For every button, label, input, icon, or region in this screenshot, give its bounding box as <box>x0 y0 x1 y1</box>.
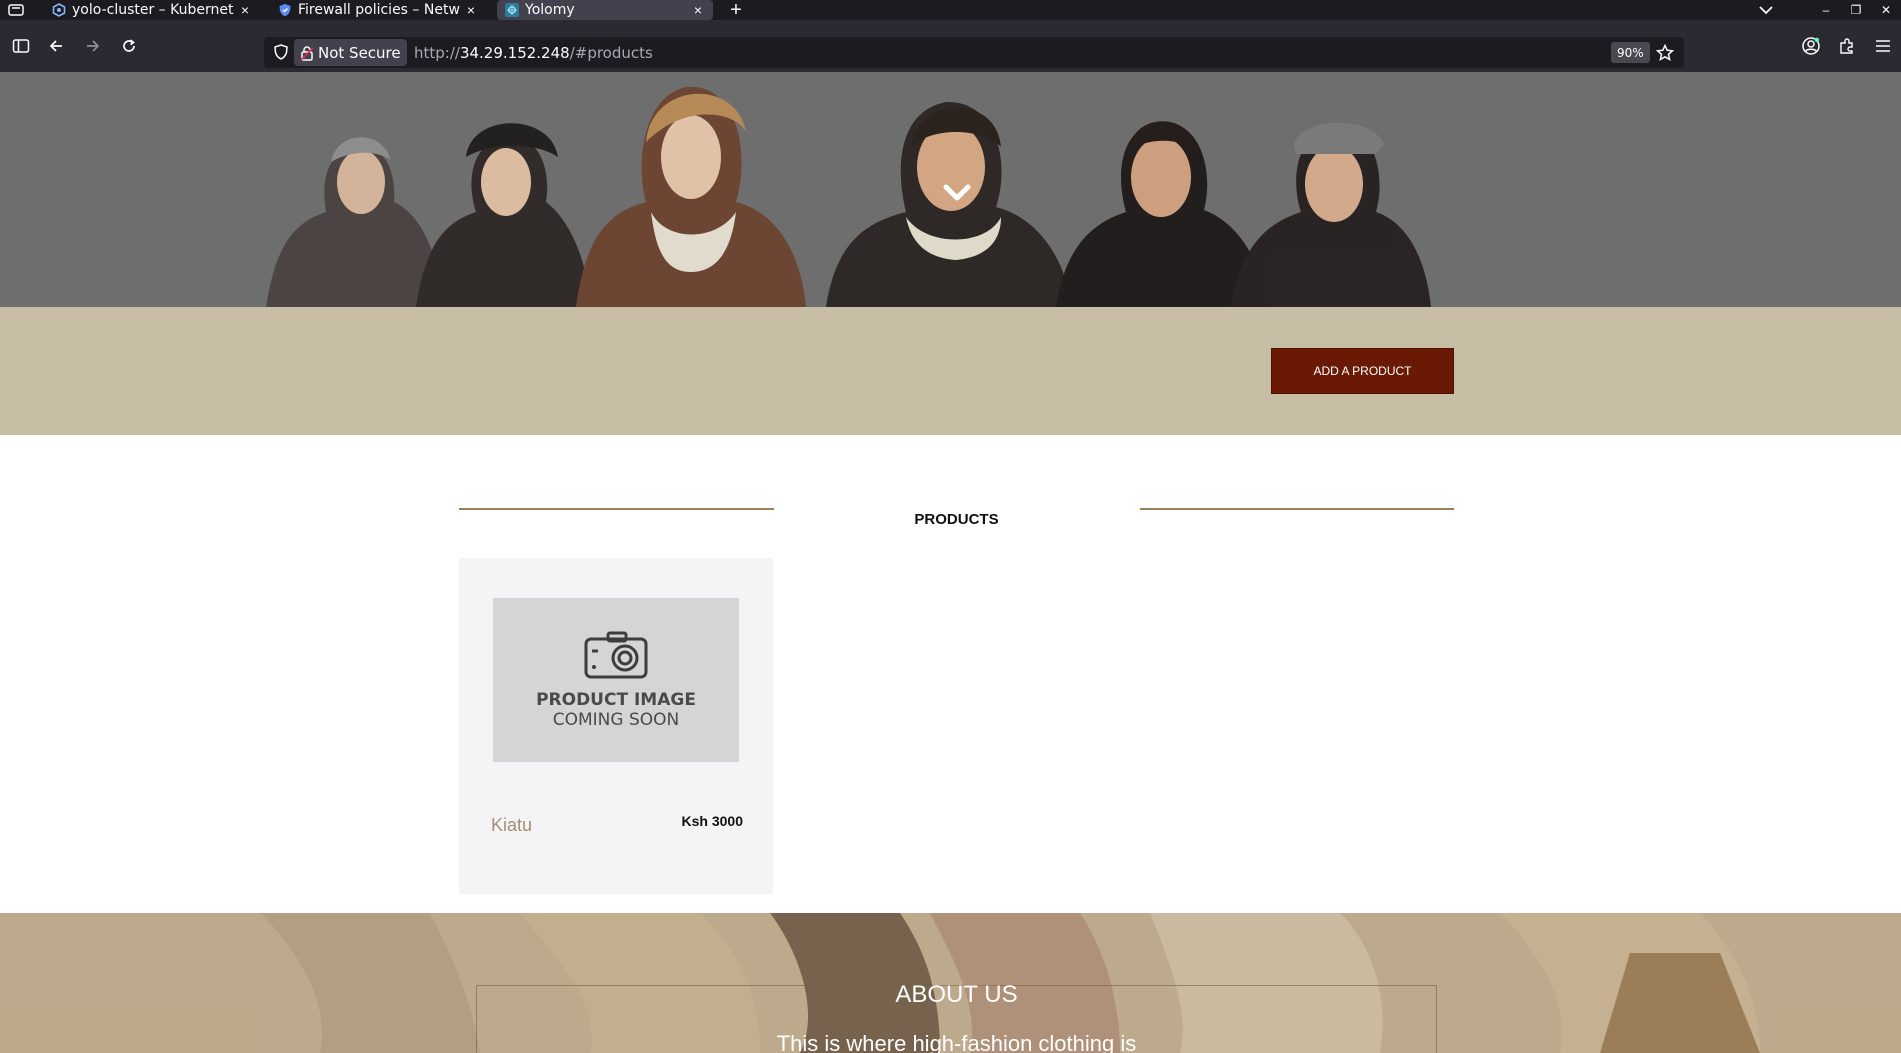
tracking-shield-icon[interactable] <box>272 43 290 61</box>
tab-title: yolo-cluster – Kubernetes <box>72 2 234 18</box>
browser-tab-bar: yolo-cluster – Kubernetes × Firewall pol… <box>0 0 1901 20</box>
product-image-placeholder: PRODUCT IMAGE COMING SOON <box>493 598 739 762</box>
reload-icon[interactable] <box>115 34 143 58</box>
product-name[interactable]: Kiatu <box>491 815 532 836</box>
bookmark-star-icon[interactable] <box>1655 43 1675 63</box>
product-price: Ksh 3000 <box>681 813 743 829</box>
shield-icon <box>278 3 292 17</box>
about-section: ABOUT US This is where high-fashion clot… <box>0 913 1901 1053</box>
toolbar-right <box>1793 34 1901 58</box>
window-controls: – ❐ ✕ <box>1811 0 1901 20</box>
web-page: ADD A PRODUCT PRODUCTS PRODUCT IMAGE COM… <box>0 72 1901 1053</box>
back-arrow-icon[interactable] <box>42 34 70 58</box>
zoom-level-badge[interactable]: 90% <box>1611 42 1650 63</box>
menu-icon[interactable] <box>1865 34 1901 58</box>
tab-title: Yolomy <box>525 2 575 18</box>
minimize-icon[interactable]: – <box>1811 3 1841 17</box>
broken-lock-icon <box>300 45 314 61</box>
tab-yolomy[interactable]: Yolomy × <box>497 0 713 20</box>
chevron-down-icon[interactable] <box>942 182 972 204</box>
kubernetes-icon <box>52 3 66 17</box>
tabs-dropdown-icon[interactable] <box>1755 1 1777 19</box>
tab-kubernetes[interactable]: yolo-cluster – Kubernetes × <box>44 0 260 20</box>
sidebar-toggle-icon[interactable] <box>7 34 35 58</box>
placeholder-line-2: COMING SOON <box>552 710 680 730</box>
product-card[interactable]: PRODUCT IMAGE COMING SOON Kiatu Ksh 3000 <box>459 558 773 894</box>
forward-arrow-icon[interactable] <box>79 34 107 58</box>
tab-close-icon[interactable]: × <box>691 2 705 18</box>
about-title: ABOUT US <box>895 981 1018 1008</box>
tab-close-icon[interactable]: × <box>464 2 478 18</box>
address-bar[interactable]: Not Secure http://34.29.152.248/#product… <box>264 37 1684 68</box>
tab-close-icon[interactable]: × <box>238 2 252 18</box>
title-divider-right <box>1140 508 1454 510</box>
tab-list-icon[interactable] <box>4 1 28 19</box>
products-title: PRODUCTS <box>914 511 999 528</box>
browser-nav-bar: Not Secure http://34.29.152.248/#product… <box>0 20 1901 72</box>
add-product-button[interactable]: ADD A PRODUCT <box>1271 348 1454 394</box>
yolomy-icon <box>505 3 519 17</box>
url-text[interactable]: http://34.29.152.248/#products <box>414 44 653 62</box>
hero-models-image <box>266 86 1431 307</box>
about-text: This is where high-fashion clothing is <box>776 1031 1137 1053</box>
tab-firewall[interactable]: Firewall policies – Network × <box>270 0 486 20</box>
restore-icon[interactable]: ❐ <box>1841 3 1871 17</box>
account-icon[interactable] <box>1793 34 1829 58</box>
extensions-icon[interactable] <box>1829 34 1865 58</box>
action-band: ADD A PRODUCT <box>0 307 1901 435</box>
tab-title: Firewall policies – Network <box>298 2 460 18</box>
placeholder-line-1: PRODUCT IMAGE <box>536 690 696 710</box>
new-tab-button[interactable]: + <box>723 0 749 20</box>
not-secure-label: Not Secure <box>318 43 401 62</box>
camera-icon <box>584 631 648 679</box>
not-secure-indicator[interactable]: Not Secure <box>294 39 407 66</box>
products-section: PRODUCTS PRODUCT IMAGE COMING SOON Kiatu… <box>0 435 1901 913</box>
hero-banner <box>0 72 1901 307</box>
title-divider-left <box>459 508 774 510</box>
window-close-icon[interactable]: ✕ <box>1871 3 1901 17</box>
